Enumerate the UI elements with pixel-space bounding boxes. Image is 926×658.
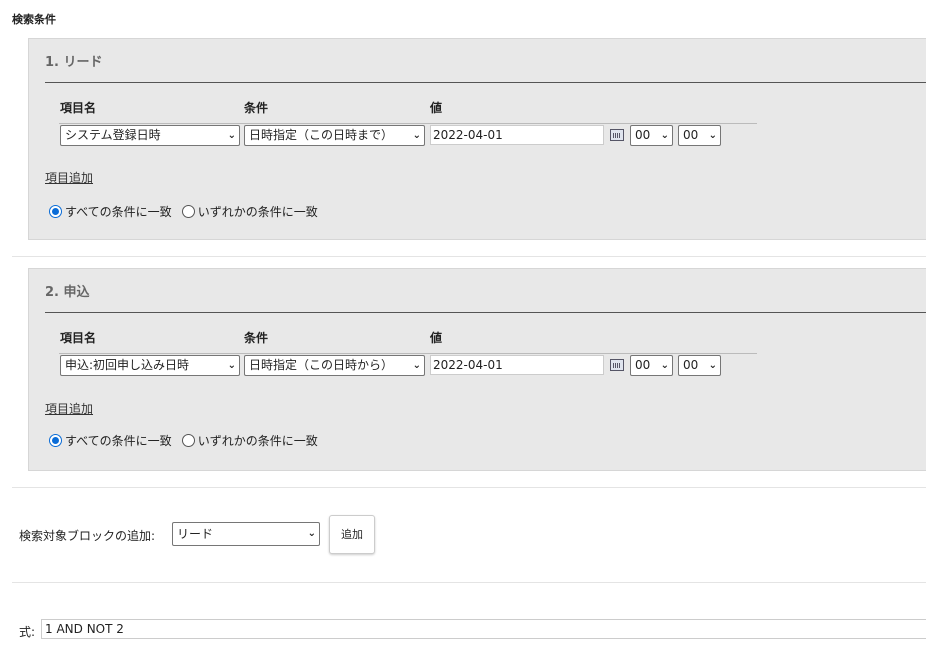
chevron-down-icon: ⌄	[227, 360, 236, 371]
chevron-down-icon: ⌄	[708, 360, 717, 371]
column-header-value: 値	[430, 101, 443, 115]
condition-select-value: 日時指定（この日時から）	[249, 358, 394, 372]
match-mode-group: すべての条件に一致 いずれかの条件に一致	[49, 203, 318, 220]
minute-select[interactable]: 00 ⌄	[678, 125, 721, 146]
formula-input[interactable]: 1 AND NOT 2	[41, 619, 926, 639]
block-type-select-value: リード	[177, 527, 214, 541]
minute-select-value: 00	[683, 358, 699, 372]
value-date-input[interactable]: 2022-04-01	[430, 125, 604, 145]
match-mode-group: すべての条件に一致 いずれかの条件に一致	[49, 432, 318, 449]
match-any-radio[interactable]	[181, 434, 195, 447]
match-all-radio[interactable]	[49, 205, 62, 218]
block-title: 2. 申込	[45, 285, 90, 300]
minute-select[interactable]: 00 ⌄	[678, 355, 721, 376]
page-title: 検索条件	[12, 13, 56, 26]
value-date-input[interactable]: 2022-04-01	[430, 355, 604, 375]
item-select-value: システム登録日時	[65, 128, 161, 142]
block-separator	[12, 487, 926, 488]
block-divider	[45, 312, 926, 313]
match-any-radio[interactable]	[181, 205, 195, 218]
hour-select-value: 00	[635, 128, 651, 142]
block-type-select[interactable]: リード ⌄	[172, 522, 320, 546]
block-title: 1. リード	[45, 55, 103, 70]
match-any-label: いずれかの条件に一致	[197, 434, 318, 448]
hour-select-value: 00	[635, 358, 651, 372]
block-separator	[12, 582, 926, 583]
column-header-value: 値	[430, 331, 443, 345]
calendar-icon[interactable]	[610, 359, 624, 371]
chevron-down-icon: ⌄	[227, 130, 236, 141]
item-select[interactable]: 申込:初回申し込み日時 ⌄	[60, 355, 240, 376]
condition-select-value: 日時指定（この日時まで）	[249, 128, 394, 142]
match-all-label: すべての条件に一致	[65, 205, 172, 219]
hour-select[interactable]: 00 ⌄	[630, 125, 673, 146]
minute-select-value: 00	[683, 128, 699, 142]
calendar-icon[interactable]	[610, 129, 624, 141]
block-separator	[12, 256, 926, 257]
column-header-condition: 条件	[244, 101, 269, 115]
condition-select[interactable]: 日時指定（この日時から） ⌄	[244, 355, 425, 376]
column-header-item: 項目名	[60, 331, 97, 345]
block-divider	[45, 82, 926, 83]
header-divider	[59, 123, 757, 124]
item-select[interactable]: システム登録日時 ⌄	[60, 125, 240, 146]
chevron-down-icon: ⌄	[412, 130, 421, 141]
match-any-label: いずれかの条件に一致	[197, 205, 318, 219]
column-header-item: 項目名	[60, 101, 97, 115]
match-all-radio[interactable]	[49, 434, 62, 447]
chevron-down-icon: ⌄	[307, 528, 316, 539]
column-header-condition: 条件	[244, 331, 269, 345]
add-block-label: 検索対象ブロックの追加:	[19, 529, 156, 543]
add-item-link[interactable]: 項目追加	[45, 400, 93, 417]
add-block-button[interactable]: 追加	[329, 515, 375, 554]
add-item-link[interactable]: 項目追加	[45, 169, 93, 186]
chevron-down-icon: ⌄	[660, 360, 669, 371]
chevron-down-icon: ⌄	[660, 130, 669, 141]
match-all-label: すべての条件に一致	[65, 434, 172, 448]
item-select-value: 申込:初回申し込み日時	[65, 358, 190, 372]
chevron-down-icon: ⌄	[708, 130, 717, 141]
hour-select[interactable]: 00 ⌄	[630, 355, 673, 376]
condition-select[interactable]: 日時指定（この日時まで） ⌄	[244, 125, 425, 146]
formula-label: 式:	[19, 625, 36, 639]
header-divider	[59, 353, 757, 354]
search-block-2: 2. 申込 項目名 条件 値 申込:初回申し込み日時 ⌄ 日時指定（この日時から…	[28, 268, 926, 471]
chevron-down-icon: ⌄	[412, 360, 421, 371]
search-block-1: 1. リード 項目名 条件 値 システム登録日時 ⌄ 日時指定（この日時まで） …	[28, 38, 926, 240]
